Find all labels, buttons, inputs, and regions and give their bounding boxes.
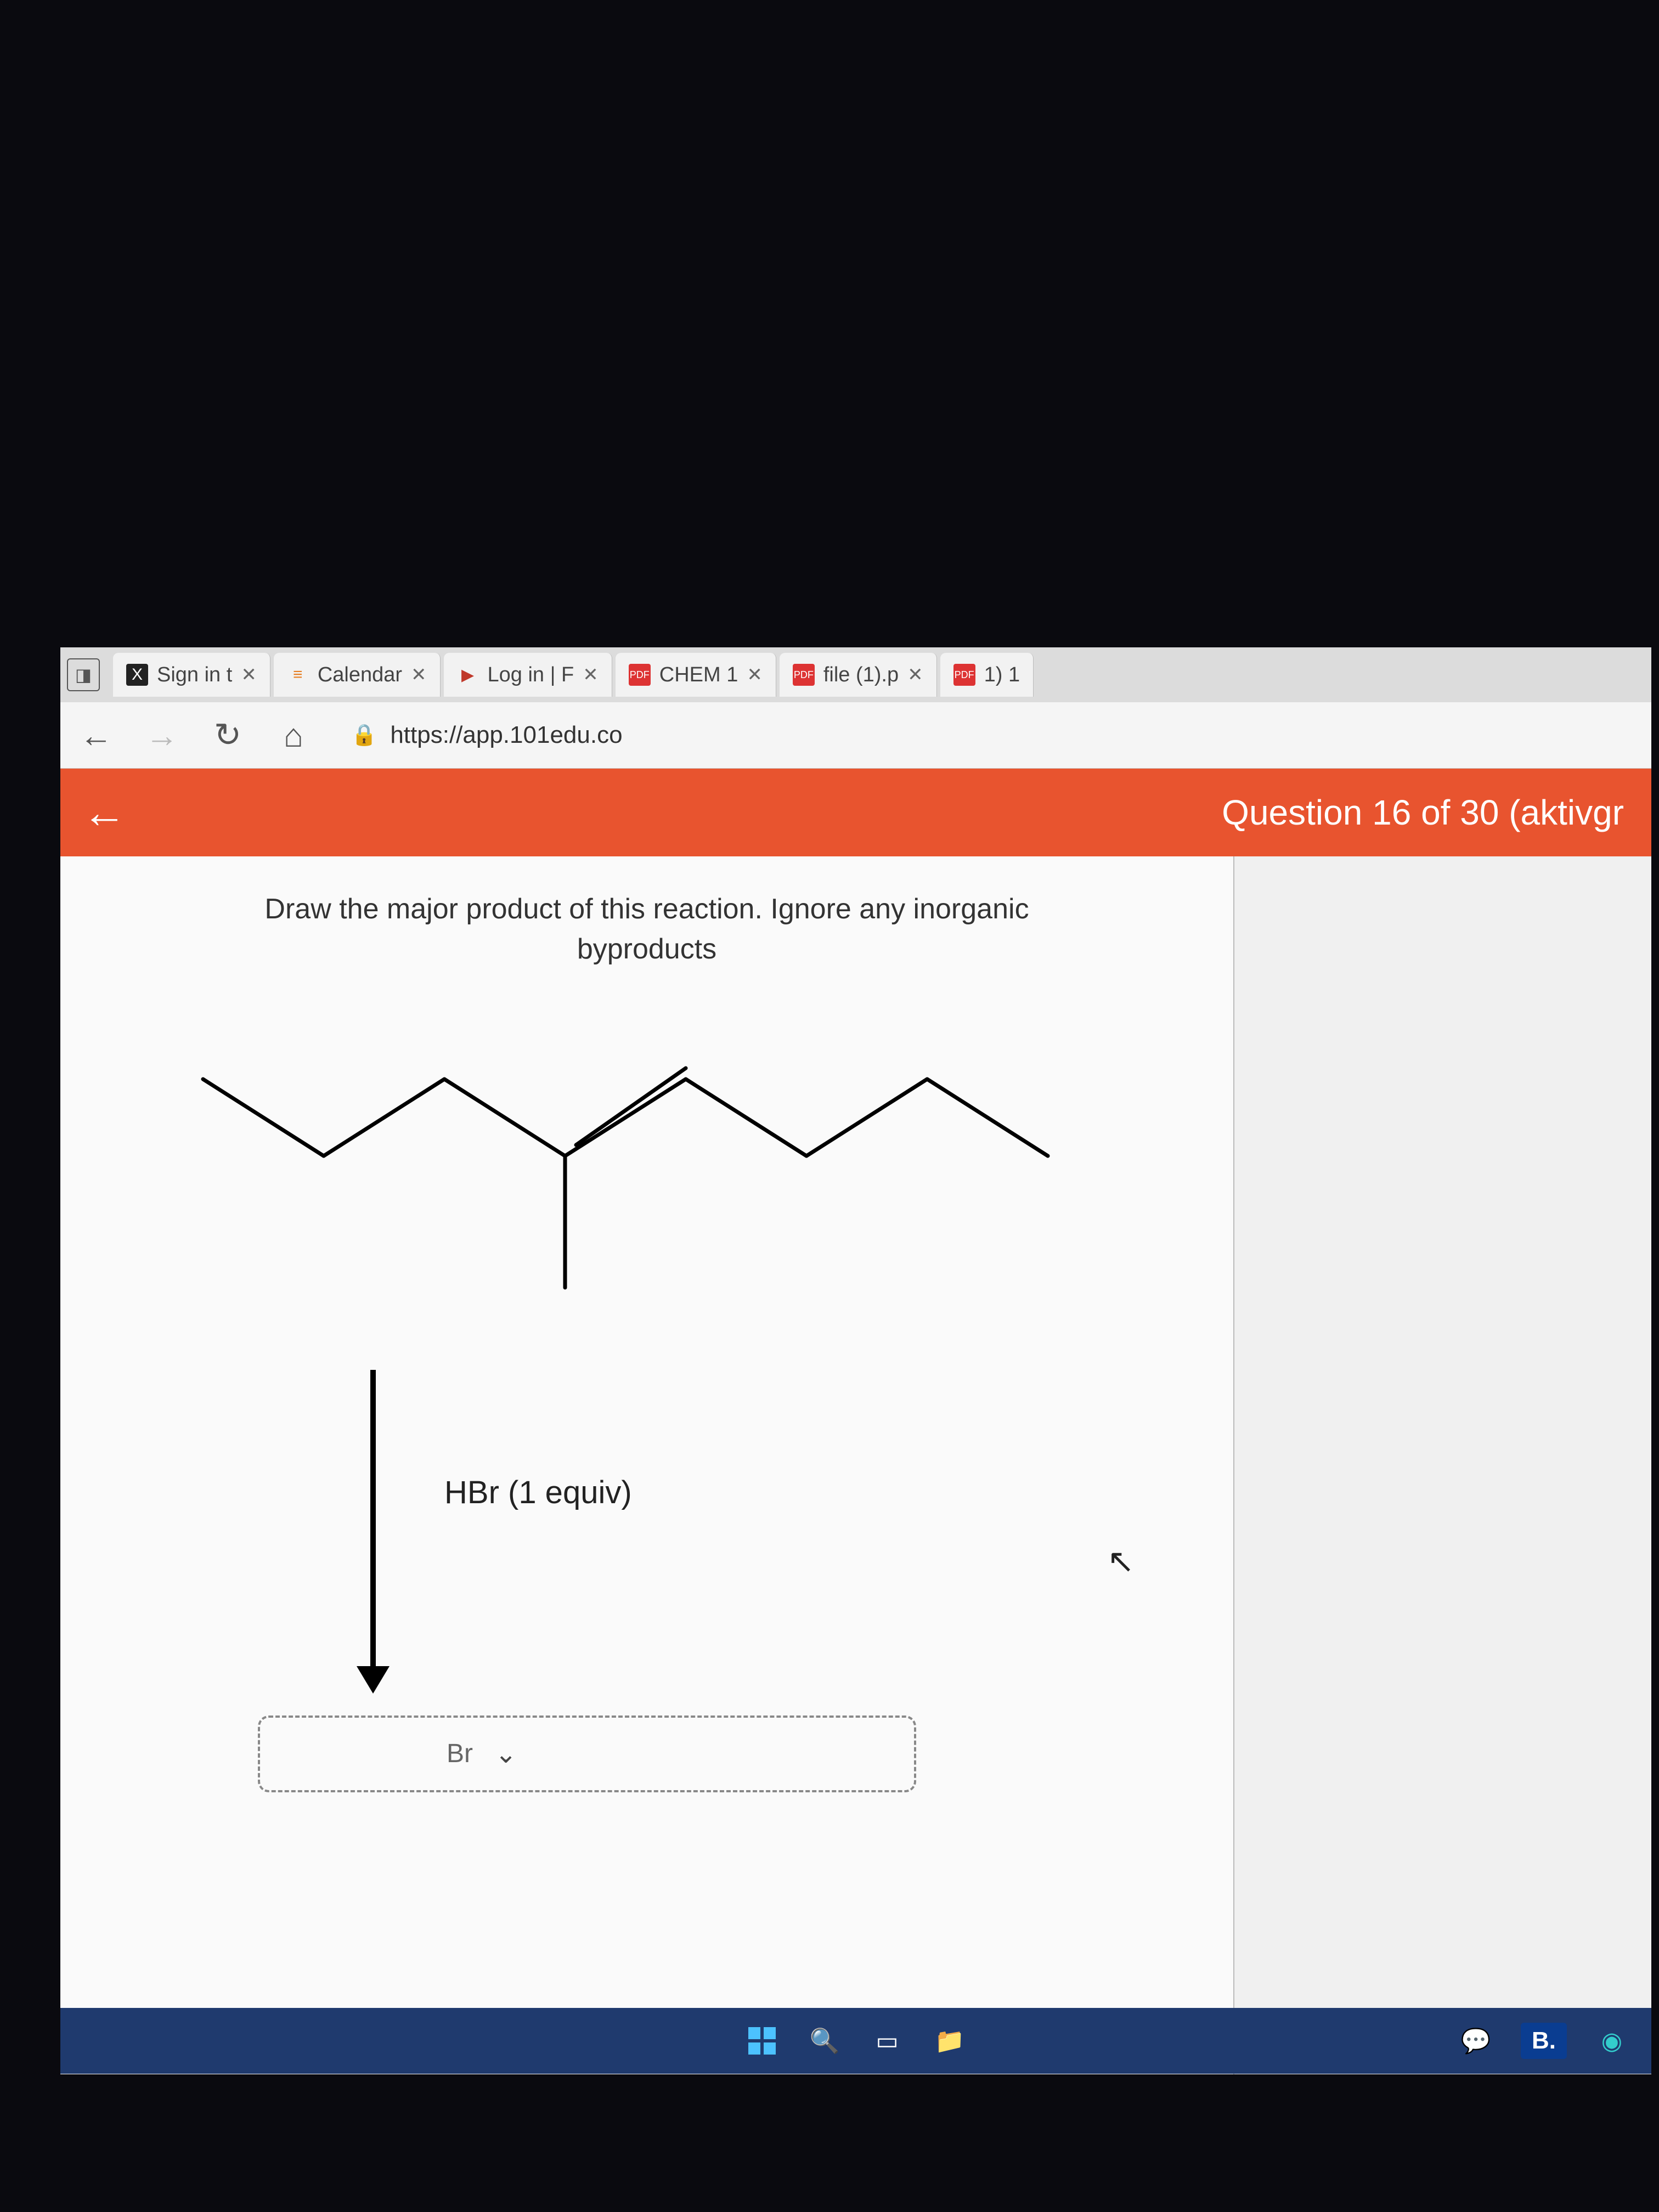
tab-sign-in[interactable]: X Sign in t ✕ bbox=[113, 653, 270, 697]
question-prompt: Draw the major product of this reaction.… bbox=[93, 889, 1200, 969]
laptop-screen: ◨ X Sign in t ✕ ≡ Calendar ✕ ▶ Log in | … bbox=[60, 647, 1651, 2074]
search-icon[interactable]: 🔍 bbox=[807, 2023, 842, 2058]
tab-label: Calendar bbox=[318, 663, 402, 687]
reaction-arrow-icon bbox=[346, 1364, 400, 1705]
app-back-button[interactable]: ← bbox=[82, 787, 126, 838]
pdf-favicon-icon: PDF bbox=[793, 664, 815, 686]
chat-icon[interactable]: 💬 bbox=[1458, 2023, 1493, 2058]
mouse-cursor-icon: ↖ bbox=[1107, 1542, 1135, 1581]
edge-icon[interactable]: ◉ bbox=[1594, 2023, 1629, 2058]
close-icon[interactable]: ✕ bbox=[907, 664, 923, 686]
content-area: Draw the major product of this reaction.… bbox=[60, 856, 1651, 2074]
tab-label: Log in | F bbox=[488, 663, 574, 687]
tab-calendar[interactable]: ≡ Calendar ✕ bbox=[274, 653, 441, 697]
close-icon[interactable]: ✕ bbox=[583, 664, 599, 686]
question-counter: Question 16 of 30 (aktivgr bbox=[1222, 792, 1629, 833]
x-favicon-icon: X bbox=[126, 664, 148, 686]
tab-label: Sign in t bbox=[157, 663, 232, 687]
back-button[interactable]: ← bbox=[77, 716, 115, 754]
reagent-label: HBr (1 equiv) bbox=[444, 1474, 632, 1511]
file-explorer-icon[interactable]: 📁 bbox=[932, 2023, 967, 2058]
dropdown-label: Br bbox=[447, 1739, 473, 1769]
login-favicon-icon: ▶ bbox=[457, 664, 479, 686]
navigation-row: ← → ↻ ⌂ 🔒 https://app.101edu.co bbox=[60, 702, 1651, 768]
chevron-down-icon: ⌄ bbox=[495, 1739, 517, 1769]
tab-label: 1) 1 bbox=[984, 663, 1020, 687]
question-pane: Draw the major product of this reaction.… bbox=[60, 856, 1234, 2074]
atom-selector-dropdown[interactable]: Br ⌄ bbox=[258, 1716, 916, 1792]
close-icon[interactable]: ✕ bbox=[241, 664, 257, 686]
browser-chrome: ◨ X Sign in t ✕ ≡ Calendar ✕ ▶ Log in | … bbox=[60, 647, 1651, 769]
close-icon[interactable]: ✕ bbox=[747, 664, 763, 686]
url-text: https://app.101edu.co bbox=[390, 721, 622, 749]
pdf-favicon-icon: PDF bbox=[953, 664, 975, 686]
start-button[interactable] bbox=[744, 2023, 780, 2058]
home-button[interactable]: ⌂ bbox=[274, 716, 313, 754]
alkene-structure-icon bbox=[159, 1013, 1092, 1299]
windows-taskbar: 🔍 ▭ 📁 💬 B. ◉ bbox=[60, 2008, 1651, 2074]
tab-label: CHEM 1 bbox=[659, 663, 738, 687]
side-pane bbox=[1234, 856, 1651, 2074]
tab-pdf2[interactable]: PDF 1) 1 bbox=[940, 653, 1034, 697]
task-view-icon[interactable]: ▭ bbox=[870, 2023, 905, 2058]
reload-button[interactable]: ↻ bbox=[208, 716, 247, 754]
lock-icon: 🔒 bbox=[351, 723, 377, 747]
b-tray-icon[interactable]: B. bbox=[1521, 2023, 1567, 2059]
app-header: ← Question 16 of 30 (aktivgr bbox=[60, 769, 1651, 856]
tab-file1[interactable]: PDF file (1).p ✕ bbox=[780, 653, 937, 697]
tab-login[interactable]: ▶ Log in | F ✕ bbox=[444, 653, 612, 697]
calendar-favicon-icon: ≡ bbox=[287, 664, 309, 686]
forward-button[interactable]: → bbox=[143, 716, 181, 754]
tab-strip: ◨ X Sign in t ✕ ≡ Calendar ✕ ▶ Log in | … bbox=[60, 647, 1651, 702]
tab-chem[interactable]: PDF CHEM 1 ✕ bbox=[616, 653, 776, 697]
molecule-structure bbox=[93, 1013, 1200, 1342]
reaction-arrow-area: HBr (1 equiv) Br ⌄ bbox=[93, 1364, 1200, 1748]
side-panel-toggle-icon[interactable]: ◨ bbox=[67, 658, 100, 691]
close-icon[interactable]: ✕ bbox=[411, 664, 427, 686]
tab-label: file (1).p bbox=[823, 663, 899, 687]
pdf-favicon-icon: PDF bbox=[629, 664, 651, 686]
address-bar[interactable]: 🔒 https://app.101edu.co bbox=[340, 721, 1635, 749]
